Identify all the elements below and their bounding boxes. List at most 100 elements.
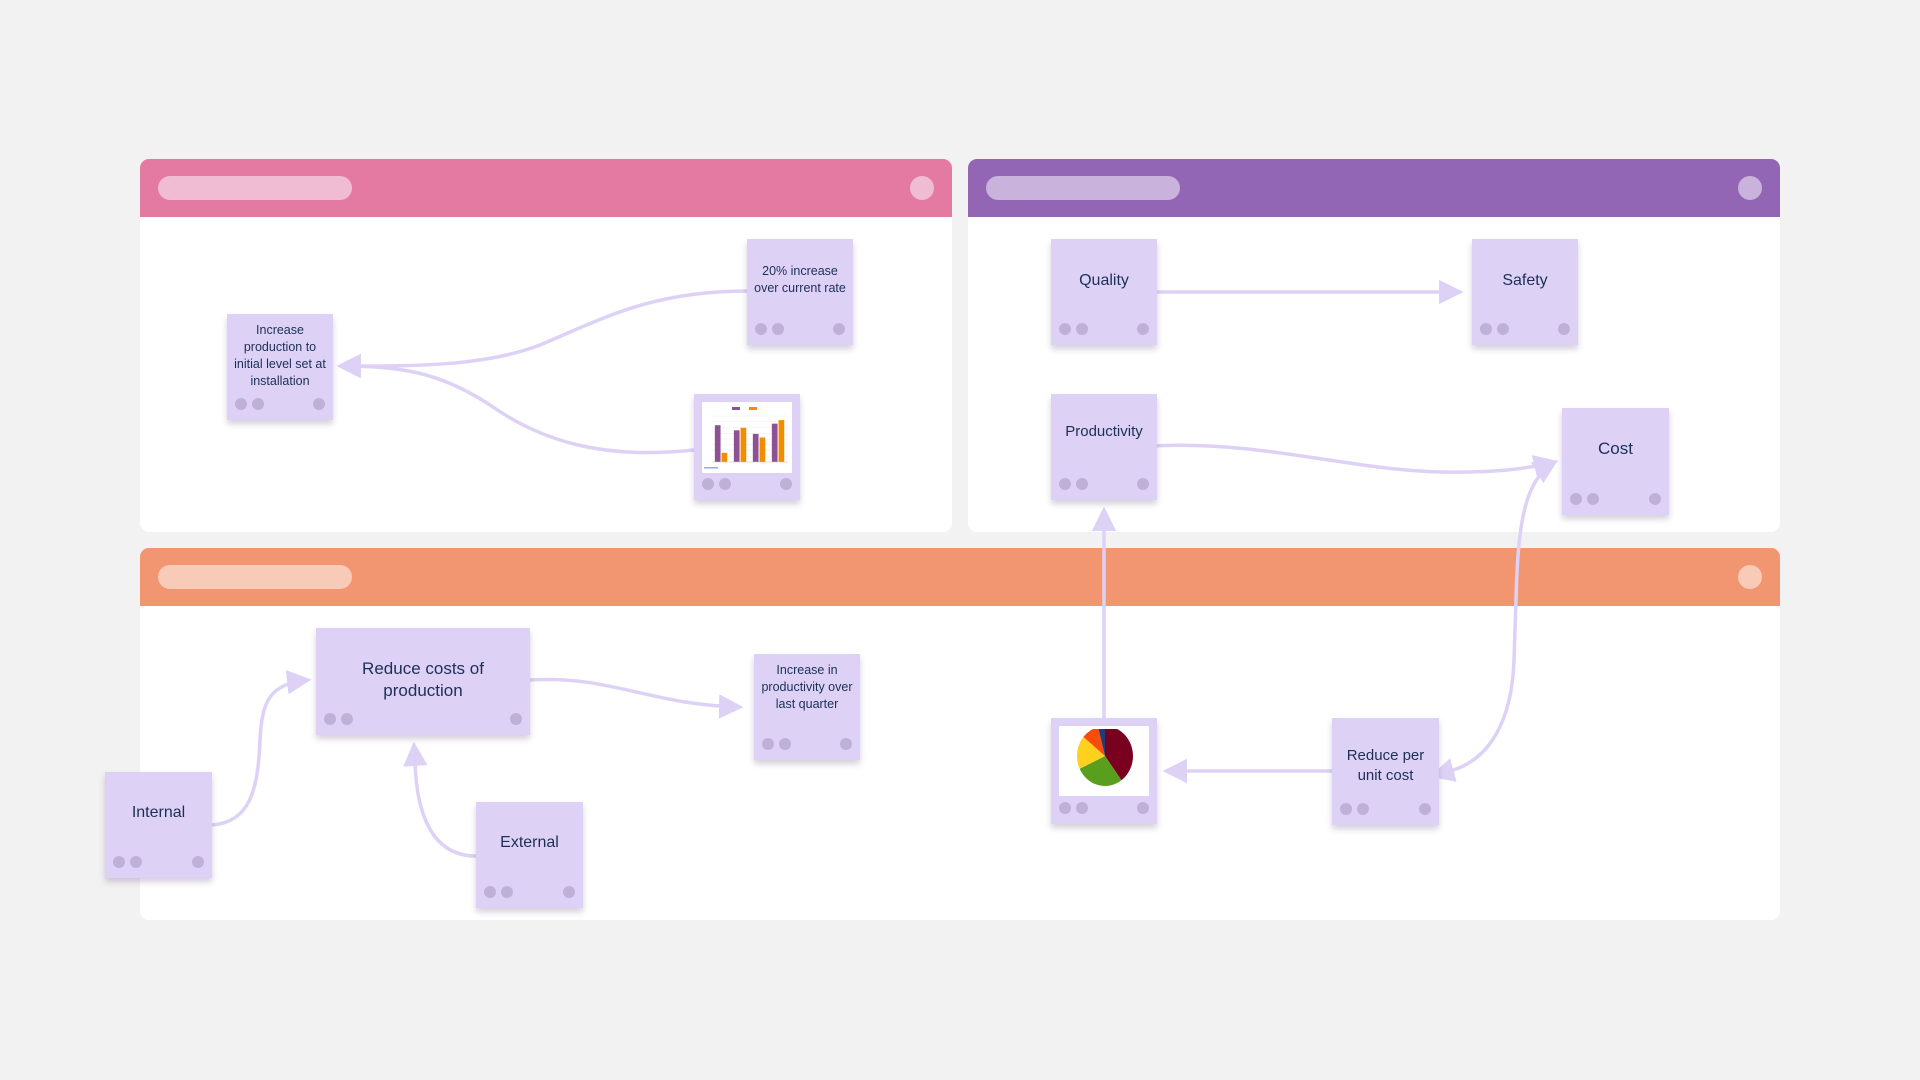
node-label: Increase in productivity over last quart… <box>761 663 853 711</box>
pie-chart-thumbnail <box>1059 726 1149 796</box>
node-label: Safety <box>1502 272 1548 289</box>
handle-dot[interactable] <box>719 478 731 490</box>
handle-dot[interactable] <box>1480 323 1492 335</box>
handle-dot[interactable] <box>1570 493 1582 505</box>
bar-chart <box>704 407 788 469</box>
panel-menu-dot[interactable] <box>1738 176 1762 200</box>
handle-dot[interactable] <box>1076 323 1088 335</box>
bar <box>771 423 778 462</box>
bar <box>714 425 721 462</box>
panel-menu-dot[interactable] <box>1738 565 1762 589</box>
handle-dot[interactable] <box>755 323 767 335</box>
bar <box>752 433 759 462</box>
legend-swatch <box>732 407 740 410</box>
bar-chart-thumbnail <box>702 402 792 473</box>
node-label: Reduce per unit cost <box>1346 747 1425 784</box>
handle-dot[interactable] <box>1076 802 1088 814</box>
node-quality[interactable]: Quality <box>1051 239 1157 345</box>
node-safety[interactable]: Safety <box>1472 239 1578 345</box>
handle-dot[interactable] <box>563 886 575 898</box>
node-internal[interactable]: Internal <box>105 772 212 878</box>
legend-swatch <box>749 407 757 410</box>
handle-dot[interactable] <box>1137 323 1149 335</box>
handle-dot[interactable] <box>1059 802 1071 814</box>
panel-header-orange[interactable] <box>140 548 1780 606</box>
node-handles <box>484 886 575 898</box>
node-label: Reduce costs of production <box>362 659 484 700</box>
node-label: Increase production to initial level set… <box>234 323 326 388</box>
handle-dot[interactable] <box>1357 803 1369 815</box>
handle-dot[interactable] <box>510 713 522 725</box>
pie-chart <box>1059 726 1149 786</box>
node-label: 20% increase over current rate <box>754 264 846 295</box>
node-handles <box>1059 802 1149 814</box>
bar <box>778 420 785 462</box>
handle-dot[interactable] <box>840 738 852 750</box>
bar <box>740 427 747 462</box>
node-pie-chart[interactable] <box>1051 718 1157 824</box>
panel-header-purple[interactable] <box>968 159 1780 217</box>
handle-dot[interactable] <box>1497 323 1509 335</box>
node-handles <box>1480 323 1570 335</box>
thumbnail-crop <box>1059 726 1149 729</box>
handle-dot[interactable] <box>772 323 784 335</box>
node-handles <box>235 398 325 410</box>
node-bar-chart[interactable] <box>694 394 800 500</box>
node-reduce-costs-of-production[interactable]: Reduce costs of production <box>316 628 530 735</box>
node-handles <box>762 738 852 750</box>
node-reduce-per-unit-cost[interactable]: Reduce per unit cost <box>1332 718 1439 825</box>
node-handles <box>113 856 204 868</box>
bar <box>733 430 740 462</box>
handle-dot[interactable] <box>252 398 264 410</box>
panel-title-placeholder[interactable] <box>158 565 352 589</box>
node-label: Productivity <box>1065 423 1143 440</box>
handle-dot[interactable] <box>1558 323 1570 335</box>
node-label: Quality <box>1079 272 1129 289</box>
handle-dot[interactable] <box>484 886 496 898</box>
node-handles <box>702 478 792 490</box>
node-increase-in-productivity[interactable]: Increase in productivity over last quart… <box>754 654 860 760</box>
handle-dot[interactable] <box>833 323 845 335</box>
handle-dot[interactable] <box>1076 478 1088 490</box>
node-label: Cost <box>1598 439 1633 458</box>
handle-dot[interactable] <box>192 856 204 868</box>
handle-dot[interactable] <box>1137 802 1149 814</box>
handle-dot[interactable] <box>780 478 792 490</box>
handle-dot[interactable] <box>324 713 336 725</box>
handle-dot[interactable] <box>341 713 353 725</box>
node-handles <box>1570 493 1661 505</box>
node-handles <box>755 323 845 335</box>
node-20pct-increase[interactable]: 20% increase over current rate <box>747 239 853 345</box>
handle-dot[interactable] <box>235 398 247 410</box>
node-label: Internal <box>131 804 186 821</box>
handle-dot[interactable] <box>1649 493 1661 505</box>
handle-dot[interactable] <box>1059 478 1071 490</box>
bar <box>721 452 728 462</box>
handle-dot[interactable] <box>1587 493 1599 505</box>
handle-dot[interactable] <box>313 398 325 410</box>
handle-dot[interactable] <box>113 856 125 868</box>
node-productivity[interactable]: Productivity <box>1051 394 1157 500</box>
handle-dot[interactable] <box>1419 803 1431 815</box>
node-increase-production[interactable]: Increase production to initial level set… <box>227 314 333 420</box>
bar <box>759 437 766 462</box>
panel-header-pink[interactable] <box>140 159 952 217</box>
node-handles <box>1059 323 1149 335</box>
node-external[interactable]: External <box>476 802 583 908</box>
handle-dot[interactable] <box>779 738 791 750</box>
node-handles <box>324 713 522 725</box>
node-cost[interactable]: Cost <box>1562 408 1669 515</box>
handle-dot[interactable] <box>702 478 714 490</box>
handle-dot[interactable] <box>1059 323 1071 335</box>
handle-dot[interactable] <box>762 738 774 750</box>
node-label: External <box>500 834 559 851</box>
handle-dot[interactable] <box>1340 803 1352 815</box>
node-handles <box>1340 803 1431 815</box>
handle-dot[interactable] <box>501 886 513 898</box>
panel-title-placeholder[interactable] <box>158 176 352 200</box>
chart-link <box>704 467 718 469</box>
panel-title-placeholder[interactable] <box>986 176 1180 200</box>
panel-menu-dot[interactable] <box>910 176 934 200</box>
handle-dot[interactable] <box>130 856 142 868</box>
handle-dot[interactable] <box>1137 478 1149 490</box>
